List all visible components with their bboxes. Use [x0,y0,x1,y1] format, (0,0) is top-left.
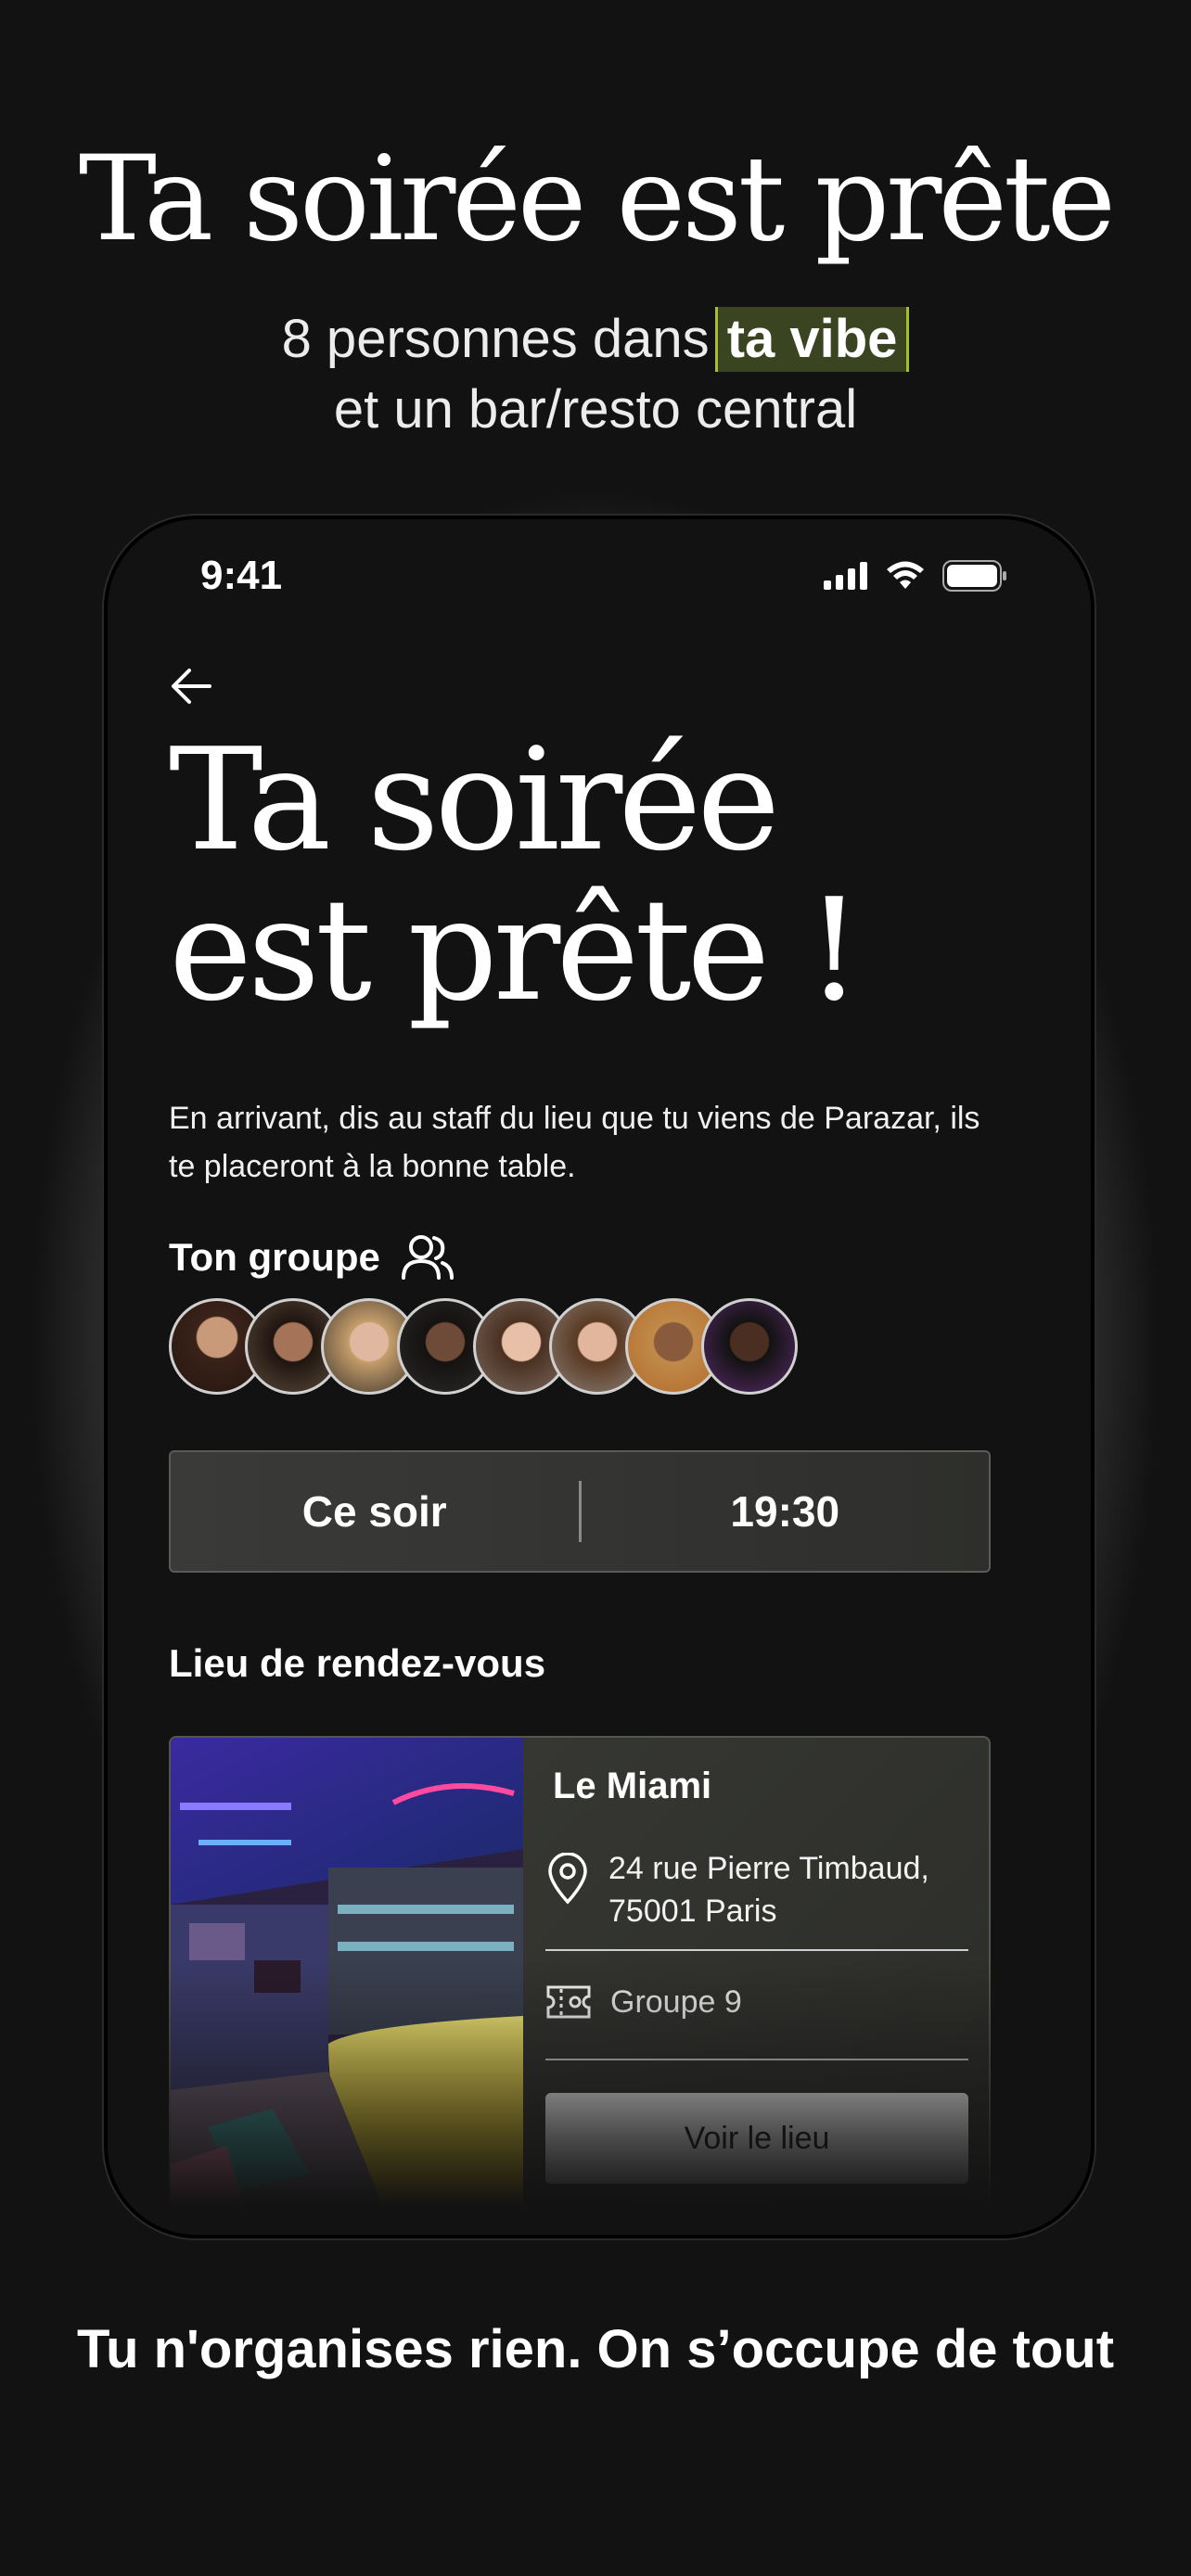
tagline: Tu n'organises rien. On s’occupe de tout [76,2319,1115,2379]
avatar[interactable] [701,1298,798,1395]
venue-photo [171,1738,523,2209]
back-arrow-icon[interactable] [163,658,219,714]
hero-subtitle-highlight: ta vibe [714,307,910,372]
venue-name: Le Miami [553,1766,712,1806]
ticket-icon [546,1985,591,2019]
view-venue-button[interactable]: Voir le lieu [545,2093,968,2184]
wifi-icon [887,561,924,589]
venue-divider [545,2059,968,2060]
status-bar: 9:41 [108,553,1091,618]
date-time: 19:30 [730,1487,840,1536]
phone-frame: 9:41 Ta soirée est prête ! En arrivant, … [104,516,1095,2238]
hero-subtitle-line2: et un bar/resto central [333,379,858,440]
group-icon [401,1235,454,1280]
battery-icon [942,560,1006,592]
hero-subtitle: 8 personnes dans ta vibe et un bar/resto … [0,304,1191,445]
location-pin-icon [548,1853,587,1905]
venue-group-row: Groupe 9 [545,1981,742,2023]
venue-group: Groupe 9 [610,1984,742,2020]
venue-address-row: 24 rue Pierre Timbaud, 75001 Paris [545,1847,961,1932]
status-icons [824,560,1007,592]
date-day: Ce soir [301,1487,447,1536]
group-label: Ton groupe [169,1233,455,1282]
date-time-box[interactable]: Ce soir 19:30 [169,1450,991,1573]
hero-subtitle-prefix: 8 personnes dans [281,309,710,369]
intro-text: En arrivant, dis au staff du lieu que tu… [169,1101,980,1184]
venue-divider [545,1949,968,1951]
venue-section-label: Lieu de rendez-vous [169,1641,546,1685]
page-title: Ta soirée est prête ! [169,718,863,1032]
venue-address: 24 rue Pierre Timbaud, 75001 Paris [608,1851,929,1929]
signal-icon [824,562,867,590]
status-time: 9:41 [200,553,283,598]
group-label-text: Ton groupe [169,1235,380,1279]
venue-card[interactable]: Le Miami 24 rue Pierre Timbaud, 75001 Pa… [169,1736,991,2211]
hero-title: Ta soirée est prête [78,131,1116,267]
